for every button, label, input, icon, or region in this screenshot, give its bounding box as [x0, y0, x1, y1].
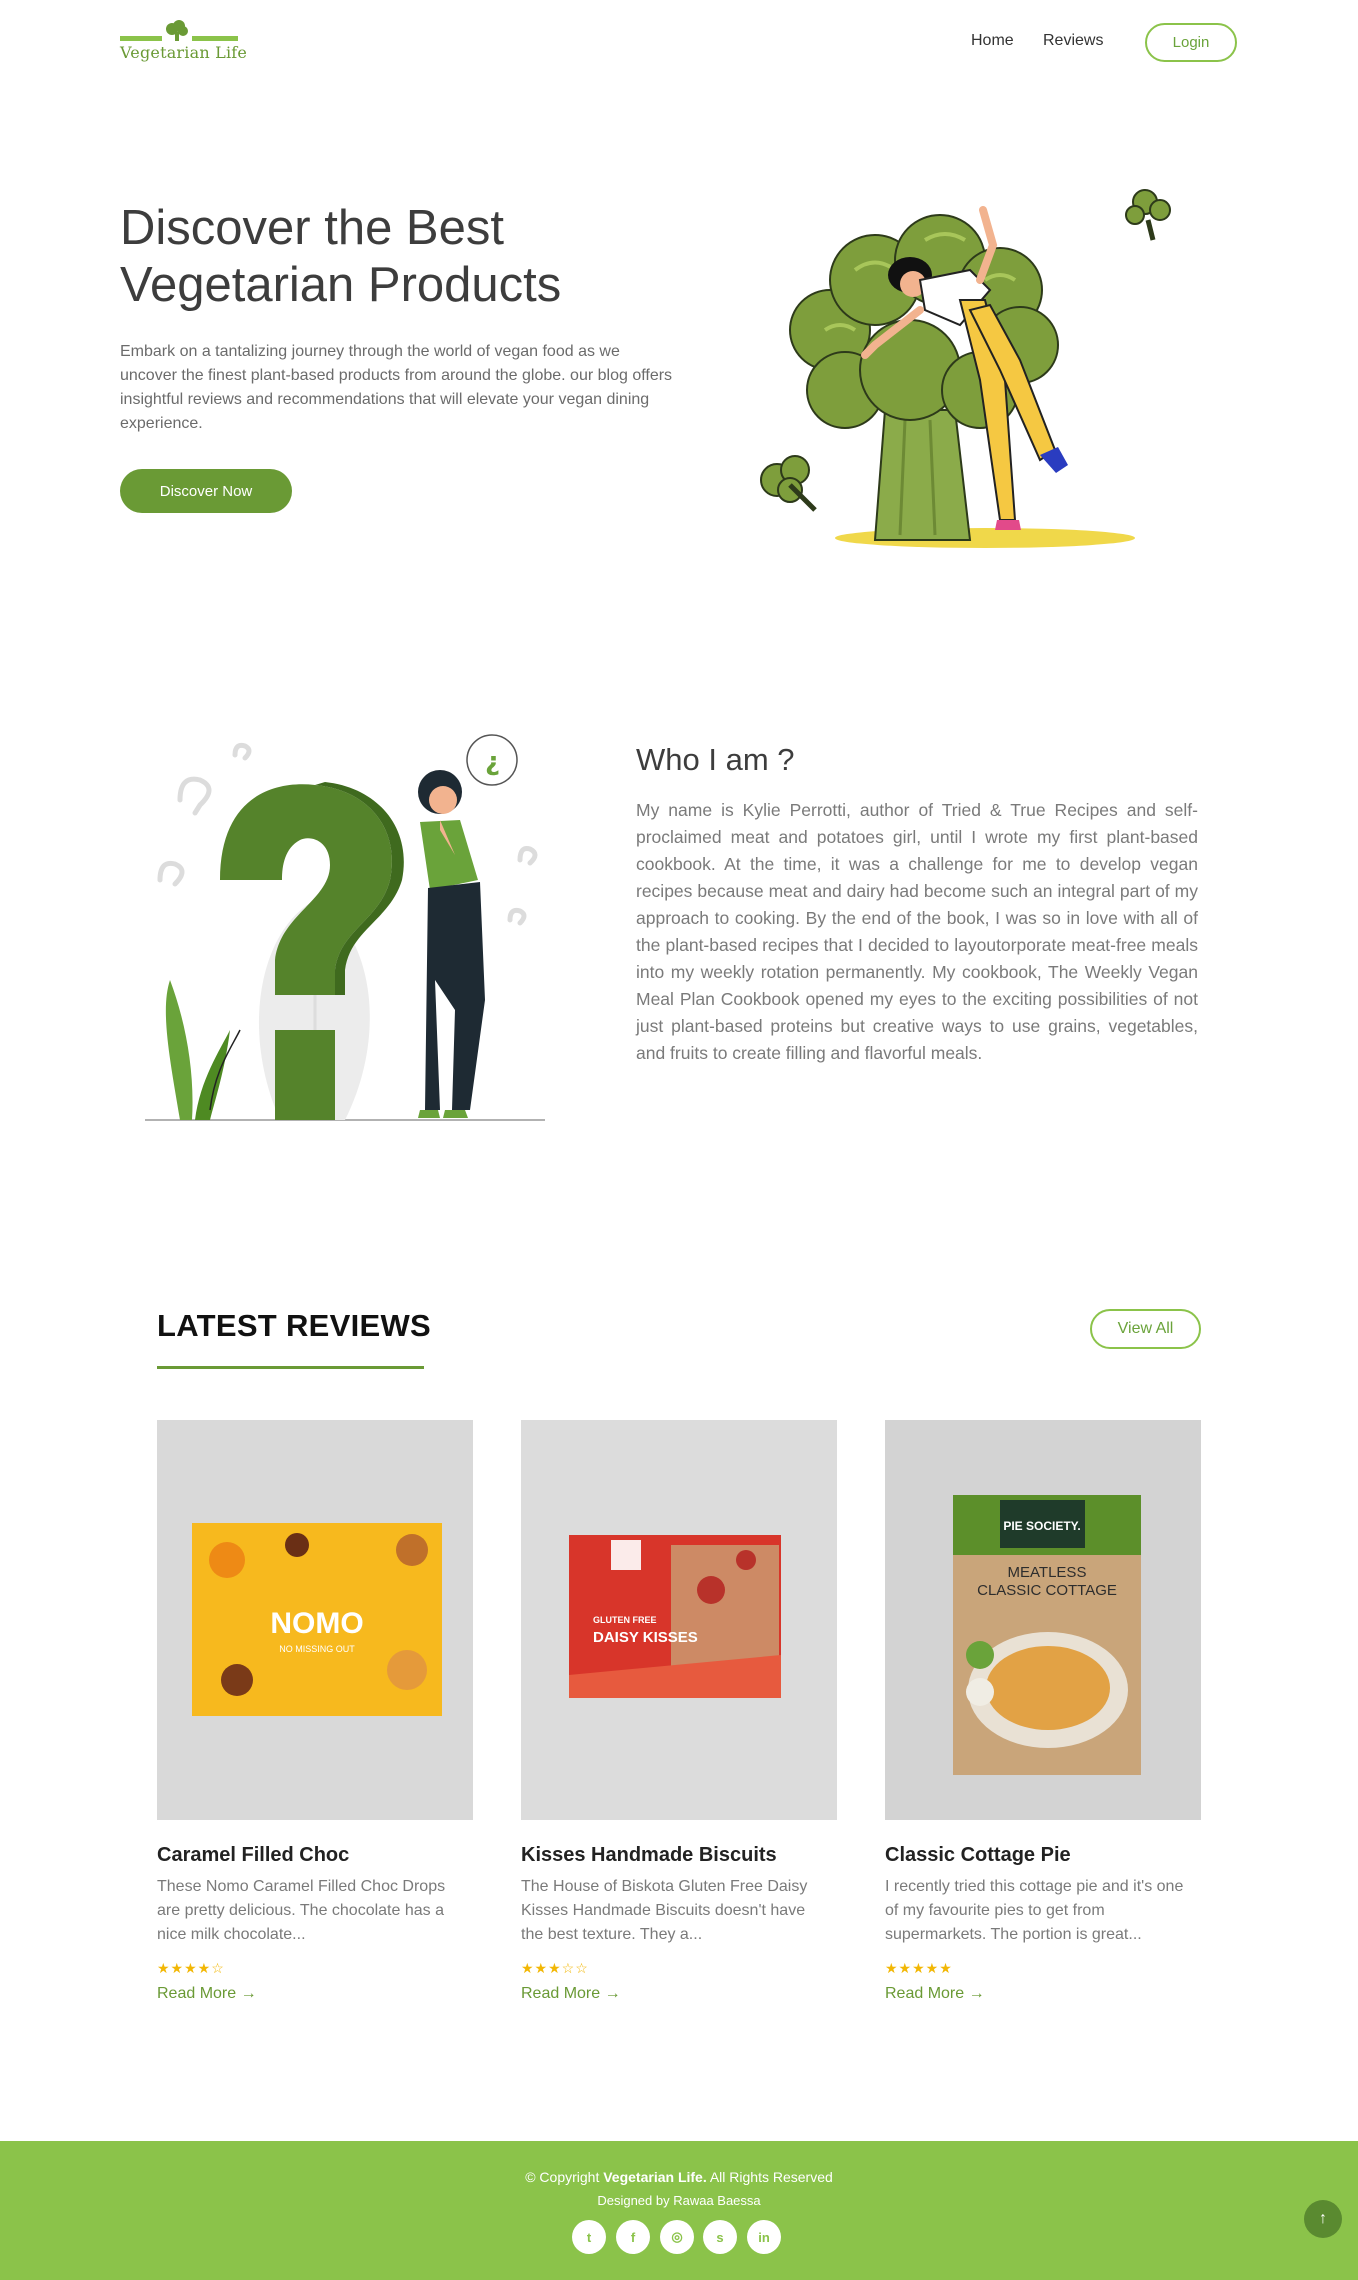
cottage-pie-package-image: PIE SOCIETY. MEATLESS CLASSIC COTTAGE: [885, 1420, 1201, 1820]
package-classic-cottage-text: CLASSIC COTTAGE: [977, 1582, 1117, 1599]
broccoli-hug-illustration: [760, 189, 1171, 548]
nomo-tagline-text: NO MISSING OUT: [279, 1644, 355, 1654]
discover-now-button[interactable]: Discover Now: [120, 469, 292, 513]
copyright-brand: Vegetarian Life.: [603, 2169, 707, 2185]
read-more-link[interactable]: Read More →: [157, 1985, 257, 2003]
hero-description: Embark on a tantalizing journey through …: [120, 343, 673, 432]
site-logo[interactable]: Vegetarian Life: [120, 20, 247, 66]
review-card-excerpt: I recently tried this cottage pie and it…: [885, 1878, 1184, 1943]
pie-society-brand-text: PIE SOCIETY.: [1003, 1519, 1080, 1533]
package-gluten-free-text: GLUTEN FREE: [593, 1615, 657, 1625]
nav-home-link[interactable]: Home: [971, 32, 1014, 50]
review-card-title[interactable]: Classic Cottage Pie: [885, 1844, 1071, 1867]
instagram-icon[interactable]: ◎: [660, 2220, 694, 2254]
view-all-button[interactable]: View All: [1090, 1309, 1201, 1349]
nav-reviews-link[interactable]: Reviews: [1043, 32, 1103, 50]
read-more-link[interactable]: Read More →: [885, 1985, 985, 2003]
review-card: PIE SOCIETY. MEATLESS CLASSIC COTTAGE Cl…: [885, 1420, 1201, 2020]
logo-bar-left: [120, 36, 162, 41]
star-rating: ★★★☆☆: [521, 1960, 589, 1976]
review-card: NOMO NO MISSING OUT Caramel Filled Choc …: [157, 1420, 473, 2020]
review-card-title[interactable]: Caramel Filled Choc: [157, 1844, 349, 1867]
about-title: Who I am ?: [636, 742, 795, 777]
nomo-brand-text: NOMO: [270, 1607, 363, 1640]
copyright-suffix: All Rights Reserved: [706, 2169, 833, 2185]
about-description: My name is Kylie Perrotti, author of Tri…: [636, 800, 1198, 1063]
review-card-image[interactable]: NOMO NO MISSING OUT: [157, 1420, 473, 1820]
svg-text:¿: ¿: [485, 747, 500, 777]
copyright-prefix: © Copyright: [525, 2169, 604, 2185]
site-header: Vegetarian Life Home Reviews Login: [0, 0, 1358, 84]
facebook-icon[interactable]: f: [616, 2220, 650, 2254]
twitter-icon[interactable]: t: [572, 2220, 606, 2254]
star-rating: ★★★★★: [885, 1960, 953, 1976]
copyright-text: © Copyright Vegetarian Life. All Rights …: [0, 2169, 1358, 2185]
broccoli-logo-icon: [166, 20, 188, 41]
review-card-title[interactable]: Kisses Handmade Biscuits: [521, 1844, 777, 1867]
read-more-link[interactable]: Read More →: [521, 1985, 621, 2003]
nomo-package-image: NOMO NO MISSING OUT: [157, 1420, 473, 1820]
hero-title: Discover the Best Vegetarian Products: [120, 201, 562, 312]
question-mark-person-illustration: ¿: [145, 734, 545, 1121]
review-card-image[interactable]: PIE SOCIETY. MEATLESS CLASSIC COTTAGE: [885, 1420, 1201, 1820]
daisy-kisses-package-image: GLUTEN FREE DAISY KISSES: [521, 1420, 837, 1820]
skype-icon[interactable]: s: [703, 2220, 737, 2254]
review-card-image[interactable]: GLUTEN FREE DAISY KISSES: [521, 1420, 837, 1820]
logo-bar-right: [192, 36, 238, 41]
package-meatless-text: MEATLESS: [1008, 1564, 1087, 1581]
back-to-top-button[interactable]: ↑: [1304, 2200, 1342, 2238]
site-footer: © Copyright Vegetarian Life. All Rights …: [0, 2141, 1358, 2280]
review-card-excerpt: The House of Biskota Gluten Free Daisy K…: [521, 1878, 808, 1943]
linkedin-icon[interactable]: in: [747, 2220, 781, 2254]
designed-by-text: Designed by Rawaa Baessa: [597, 2193, 761, 2208]
reviews-title-underline: [157, 1366, 424, 1369]
logo-text: Vegetarian Life: [120, 43, 248, 62]
review-card-excerpt: These Nomo Caramel Filled Choc Drops are…: [157, 1878, 446, 1943]
login-button[interactable]: Login: [1145, 23, 1237, 62]
latest-reviews-title: LATEST REVIEWS: [157, 1308, 432, 1343]
star-rating: ★★★★☆: [157, 1960, 225, 1976]
package-daisy-kisses-text: DAISY KISSES: [593, 1629, 698, 1646]
review-card: GLUTEN FREE DAISY KISSES Kisses Handmade…: [521, 1420, 837, 2020]
